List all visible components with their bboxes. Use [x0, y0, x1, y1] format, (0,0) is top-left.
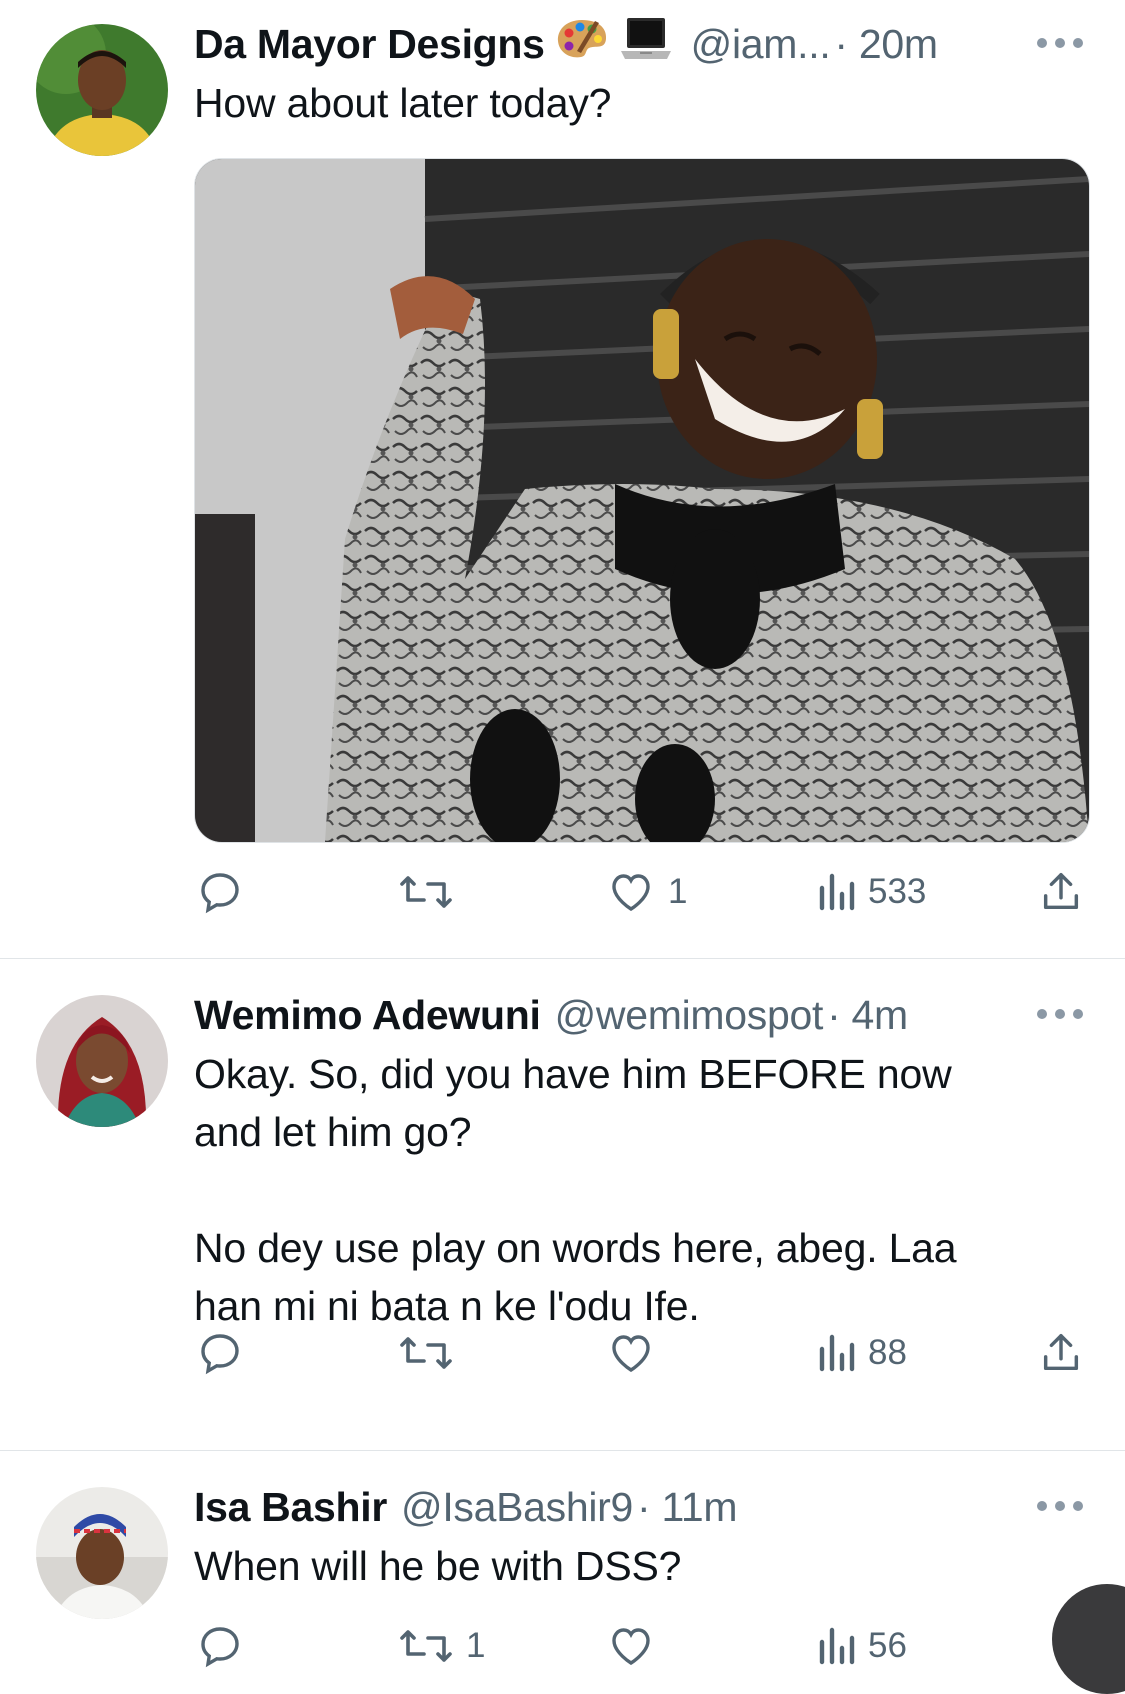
reply-button[interactable] — [196, 1616, 256, 1676]
more-options-icon[interactable] — [1037, 1499, 1083, 1513]
tweet-text-line — [194, 1161, 1074, 1219]
tweet-text: When will he be with DSS? — [194, 1543, 682, 1589]
author-handle[interactable]: @iam... — [691, 21, 831, 68]
reply-icon — [201, 1627, 239, 1668]
reply-icon — [201, 1334, 239, 1375]
retweet-button[interactable]: 1 — [398, 1616, 485, 1676]
views-button[interactable]: 56 — [816, 1616, 907, 1676]
tweet-actions: 1 533 — [0, 862, 1125, 922]
views-button[interactable]: 88 — [816, 1323, 907, 1383]
views-icon — [819, 873, 855, 911]
author-name[interactable]: Isa Bashir — [194, 1484, 387, 1531]
share-icon — [1043, 873, 1079, 910]
author-handle[interactable]: @IsaBashir9 — [401, 1484, 633, 1531]
tweet-time[interactable]: · 4m — [827, 992, 908, 1039]
tweet-header: Wemimo Adewuni @wemimospot · 4m — [194, 987, 908, 1043]
reply-button[interactable] — [196, 862, 256, 922]
laptop-icon — [619, 15, 673, 73]
tweet-media[interactable] — [194, 158, 1090, 843]
like-count: 1 — [668, 872, 688, 911]
retweet-count: 1 — [466, 1626, 486, 1665]
reply-button[interactable] — [196, 1323, 256, 1383]
share-icon — [1043, 1334, 1079, 1371]
tweet-time[interactable]: · 11m — [637, 1484, 738, 1531]
tweet-header: Isa Bashir @IsaBashir9 · 11m — [194, 1479, 738, 1535]
tweet-3[interactable]: Isa Bashir @IsaBashir9 · 11m When will h… — [0, 1451, 1125, 1668]
share-button[interactable] — [1038, 862, 1084, 922]
like-button[interactable]: 1 — [606, 862, 687, 922]
tweet-actions: 1 56 — [0, 1616, 1125, 1676]
avatar[interactable] — [36, 24, 168, 156]
tweet-1[interactable]: Da Mayor Designs @iam... · 20m How about… — [0, 0, 1125, 958]
view-count: 88 — [868, 1333, 907, 1372]
tweet-2[interactable]: Wemimo Adewuni @wemimospot · 4m Okay. So… — [0, 959, 1125, 1450]
more-options-icon[interactable] — [1037, 36, 1083, 50]
share-button[interactable] — [1038, 1323, 1084, 1383]
artist-palette-icon — [555, 17, 609, 71]
views-icon — [819, 1334, 855, 1372]
views-button[interactable]: 533 — [816, 862, 926, 922]
heart-icon — [612, 874, 650, 911]
heart-icon — [612, 1628, 650, 1665]
retweet-icon — [400, 1337, 452, 1369]
avatar[interactable] — [36, 995, 168, 1127]
views-icon — [819, 1627, 855, 1665]
author-name[interactable]: Wemimo Adewuni — [194, 992, 541, 1039]
author-handle[interactable]: @wemimospot — [555, 992, 824, 1039]
view-count: 533 — [868, 872, 927, 911]
tweet-text-line: and let him go? — [194, 1109, 472, 1155]
retweet-icon — [400, 876, 452, 908]
retweet-icon — [400, 1630, 452, 1662]
view-count: 56 — [868, 1626, 907, 1665]
tweet-text-line: No dey use play on words here, abeg. Laa — [194, 1225, 957, 1271]
tweet-header: Da Mayor Designs @iam... · 20m — [194, 16, 938, 72]
tweet-text-line: Okay. So, did you have him BEFORE now — [194, 1051, 952, 1097]
retweet-button[interactable] — [398, 1323, 466, 1383]
avatar[interactable] — [36, 1487, 168, 1619]
like-button[interactable] — [606, 1616, 668, 1676]
tweet-actions: 88 — [0, 1323, 1125, 1383]
like-button[interactable] — [606, 1323, 668, 1383]
reply-icon — [201, 873, 239, 914]
author-name[interactable]: Da Mayor Designs — [194, 21, 545, 68]
tweet-text: How about later today? — [194, 80, 612, 126]
tweet-time[interactable]: · 20m — [834, 21, 938, 68]
heart-icon — [612, 1335, 650, 1372]
more-options-icon[interactable] — [1037, 1007, 1083, 1021]
tweet-text: Okay. So, did you have him BEFORE now an… — [194, 1045, 1074, 1335]
retweet-button[interactable] — [398, 862, 466, 922]
